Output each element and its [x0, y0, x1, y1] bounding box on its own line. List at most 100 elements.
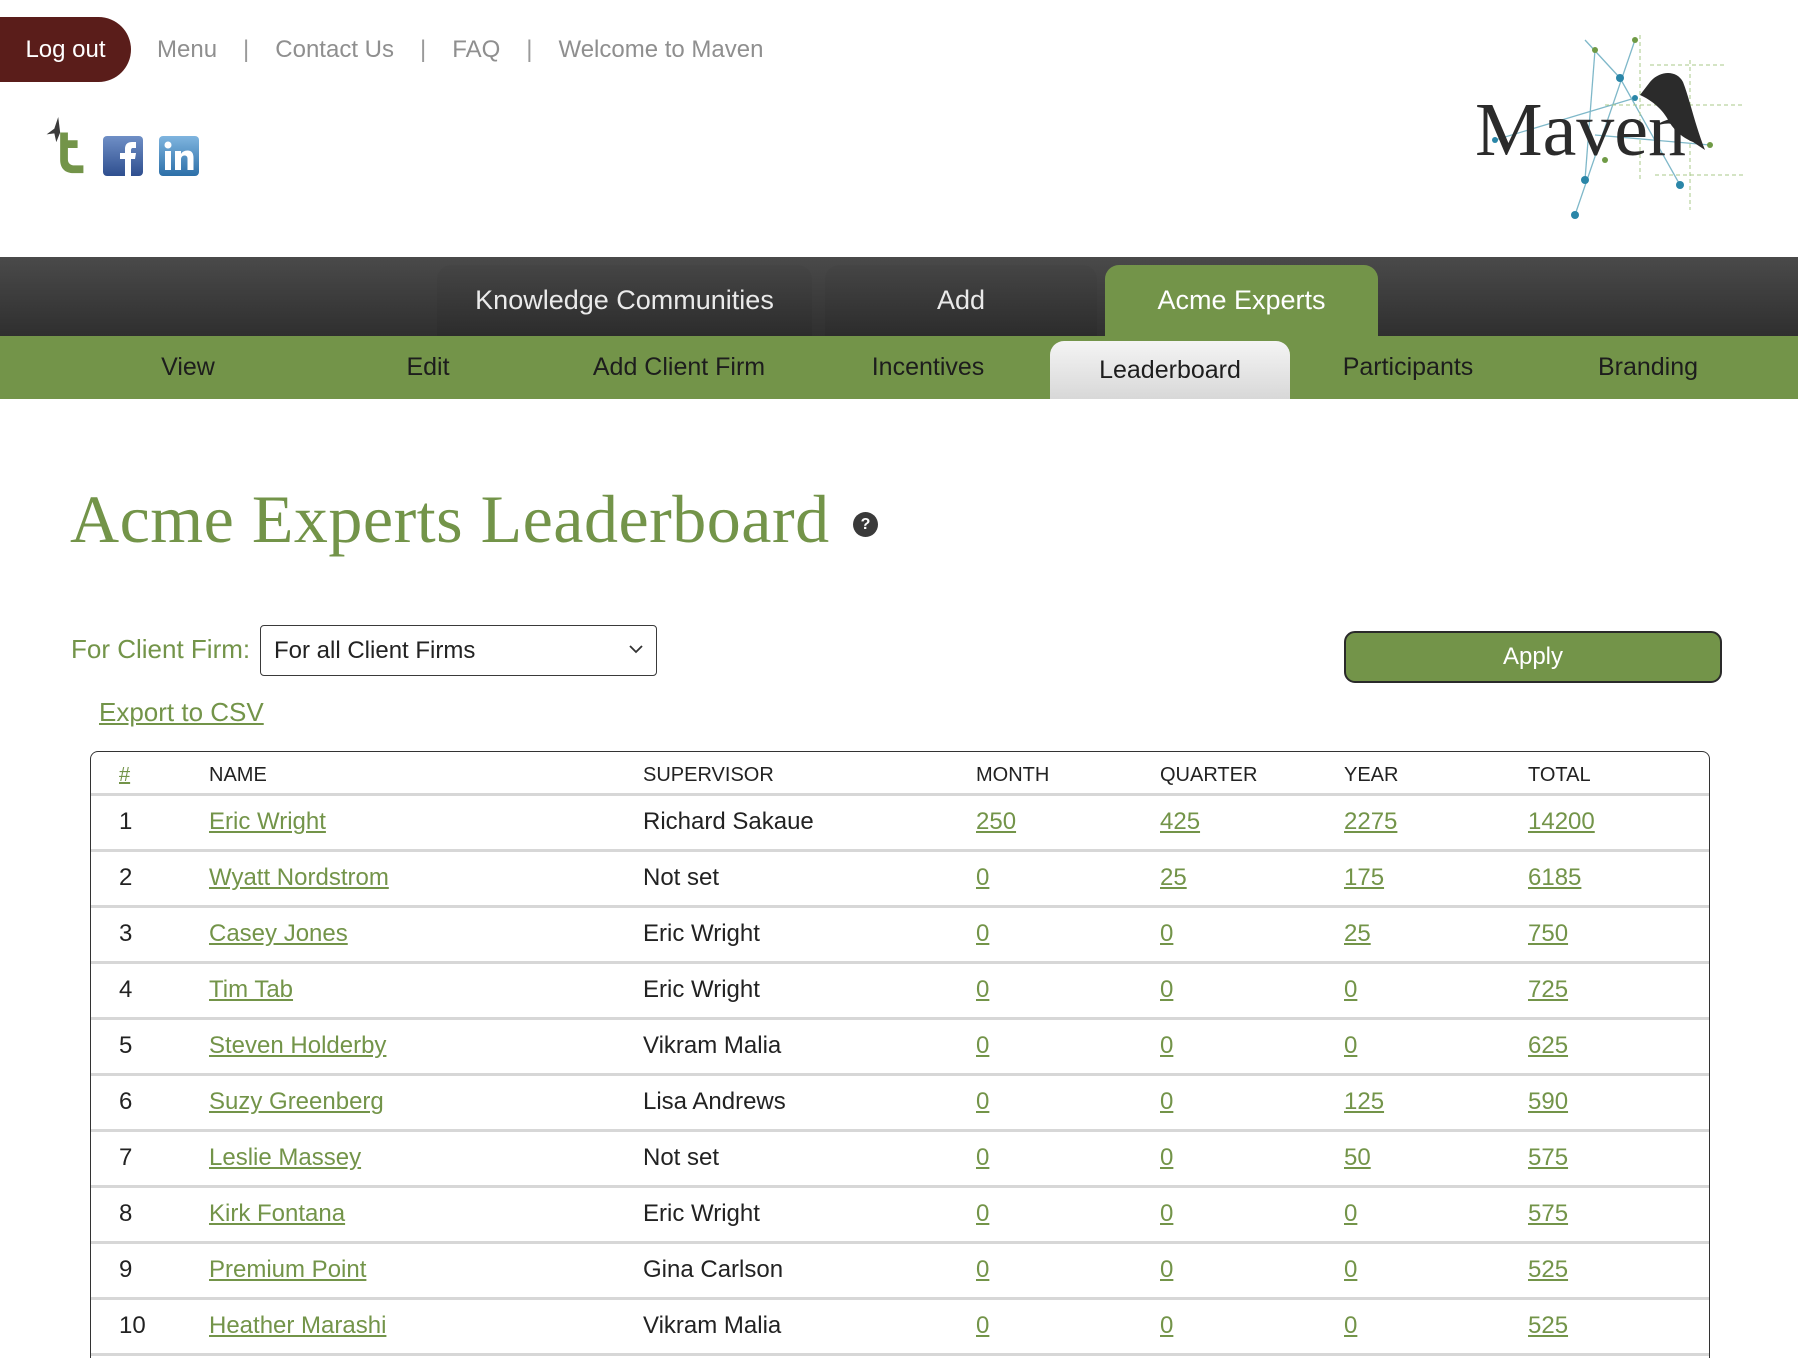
table-row: 3 Casey Jones Eric Wright 0 0 25 750: [91, 906, 1709, 964]
supervisor-link[interactable]: Gina Carlson: [643, 1256, 783, 1283]
tab-add[interactable]: Add: [825, 265, 1097, 336]
quarter-points-link[interactable]: 0: [1160, 1312, 1173, 1339]
quarter-points-link[interactable]: 0: [1160, 920, 1173, 947]
table-row: 8 Kirk Fontana Eric Wright 0 0 0 575: [91, 1186, 1709, 1244]
maven-logo[interactable]: Maven: [1455, 30, 1755, 225]
year-points-link[interactable]: 0: [1344, 976, 1357, 1003]
year-points-link[interactable]: 25: [1344, 920, 1371, 947]
table-row: 5 Steven Holderby Vikram Malia 0 0 0 625: [91, 1018, 1709, 1076]
rank-cell: 10: [91, 1298, 209, 1356]
month-points-link[interactable]: 0: [976, 864, 989, 891]
participant-name-link[interactable]: Steven Holderby: [209, 1032, 386, 1059]
supervisor-link[interactable]: Eric Wright: [643, 1200, 760, 1227]
total-points-link[interactable]: 590: [1528, 1088, 1568, 1115]
total-points-link[interactable]: 575: [1528, 1144, 1568, 1171]
table-row: 2 Wyatt Nordstrom Not set 0 25 175 6185: [91, 850, 1709, 908]
subtab-view[interactable]: View: [90, 336, 286, 399]
menu-link[interactable]: Menu: [157, 36, 217, 64]
month-points-link[interactable]: 0: [976, 1144, 989, 1171]
participant-name-link[interactable]: Casey Jones: [209, 920, 348, 947]
participant-name-link[interactable]: Suzy Greenberg: [209, 1088, 384, 1115]
month-points-link[interactable]: 0: [976, 1200, 989, 1227]
client-firm-select[interactable]: For all Client Firms: [260, 625, 657, 676]
subtab-incentives[interactable]: Incentives: [830, 336, 1026, 399]
subtab-branding[interactable]: Branding: [1550, 336, 1746, 399]
column-header-total: TOTAL: [1528, 752, 1709, 796]
year-points-link[interactable]: 0: [1344, 1256, 1357, 1283]
subtab-add-client-firm[interactable]: Add Client Firm: [570, 336, 788, 399]
subtab-leaderboard[interactable]: Leaderboard: [1050, 341, 1290, 399]
supervisor-link[interactable]: Vikram Malia: [643, 1032, 781, 1059]
help-icon[interactable]: ?: [853, 512, 878, 537]
supervisor-cell: Vikram Malia: [643, 1298, 976, 1356]
month-points-link[interactable]: 0: [976, 920, 989, 947]
quarter-points-link[interactable]: 0: [1160, 976, 1173, 1003]
quarter-points-link[interactable]: 425: [1160, 808, 1200, 835]
participant-name-link[interactable]: Kirk Fontana: [209, 1200, 345, 1227]
participant-name-link[interactable]: Leslie Massey: [209, 1144, 361, 1171]
month-points-link[interactable]: 0: [976, 976, 989, 1003]
month-points-link[interactable]: 0: [976, 1256, 989, 1283]
year-points-link[interactable]: 0: [1344, 1032, 1357, 1059]
welcome-link[interactable]: Welcome to Maven: [558, 36, 763, 64]
facebook-icon[interactable]: [102, 135, 144, 177]
apply-button[interactable]: Apply: [1344, 631, 1722, 683]
year-points-link[interactable]: 0: [1344, 1200, 1357, 1227]
twitter-icon[interactable]: [42, 115, 88, 177]
year-points-link[interactable]: 50: [1344, 1144, 1371, 1171]
total-points-link[interactable]: 525: [1528, 1256, 1568, 1283]
participant-name-link[interactable]: Premium Point: [209, 1256, 366, 1283]
participant-name-link[interactable]: Tim Tab: [209, 976, 293, 1003]
year-points-link[interactable]: 2275: [1344, 808, 1397, 835]
tab-acme-experts[interactable]: Acme Experts: [1105, 265, 1378, 336]
quarter-points-link[interactable]: 25: [1160, 864, 1187, 891]
quarter-points-link[interactable]: 0: [1160, 1200, 1173, 1227]
subtab-edit[interactable]: Edit: [330, 336, 526, 399]
month-points-link[interactable]: 0: [976, 1312, 989, 1339]
quarter-points-link[interactable]: 0: [1160, 1032, 1173, 1059]
participant-name-link[interactable]: Heather Marashi: [209, 1312, 386, 1339]
table-row: 9 Premium Point Gina Carlson 0 0 0 525: [91, 1242, 1709, 1300]
participant-name-link[interactable]: Eric Wright: [209, 808, 326, 835]
year-points-link[interactable]: 175: [1344, 864, 1384, 891]
tab-knowledge-communities[interactable]: Knowledge Communities: [437, 265, 812, 336]
supervisor-cell: Vikram Malia: [643, 1018, 976, 1076]
logout-button[interactable]: Log out: [0, 17, 131, 82]
participant-name-link[interactable]: Wyatt Nordstrom: [209, 864, 389, 891]
month-points-link[interactable]: 0: [976, 1088, 989, 1115]
total-points-link[interactable]: 750: [1528, 920, 1568, 947]
column-header-name: NAME: [209, 752, 643, 796]
year-points-link[interactable]: 0: [1344, 1312, 1357, 1339]
subtab-participants[interactable]: Participants: [1310, 336, 1506, 399]
month-points-link[interactable]: 250: [976, 808, 1016, 835]
supervisor-link[interactable]: Eric Wright: [643, 976, 760, 1003]
quarter-points-link[interactable]: 0: [1160, 1256, 1173, 1283]
supervisor-link[interactable]: Lisa Andrews: [643, 1088, 786, 1115]
supervisor-link[interactable]: Eric Wright: [643, 920, 760, 947]
faq-link[interactable]: FAQ: [452, 36, 500, 64]
linkedin-icon[interactable]: [158, 135, 200, 177]
secondary-nav: View Edit Add Client Firm Incentives Lea…: [0, 336, 1798, 399]
total-points-link[interactable]: 625: [1528, 1032, 1568, 1059]
client-firm-select-value: For all Client Firms: [274, 636, 476, 664]
supervisor-link[interactable]: Richard Sakaue: [643, 808, 814, 835]
social-links: [42, 115, 200, 177]
total-points-link[interactable]: 6185: [1528, 864, 1581, 891]
month-points-link[interactable]: 0: [976, 1032, 989, 1059]
total-points-link[interactable]: 525: [1528, 1312, 1568, 1339]
quarter-points-link[interactable]: 0: [1160, 1144, 1173, 1171]
quarter-points-link[interactable]: 0: [1160, 1088, 1173, 1115]
supervisor-cell: Eric Wright: [643, 962, 976, 1020]
leaderboard-table: # NAME SUPERVISOR MONTH QUARTER YEAR TOT…: [90, 751, 1710, 1358]
total-points-link[interactable]: 575: [1528, 1200, 1568, 1227]
total-points-link[interactable]: 725: [1528, 976, 1568, 1003]
table-row: 4 Tim Tab Eric Wright 0 0 0 725: [91, 962, 1709, 1020]
link-separator: |: [526, 36, 533, 63]
supervisor-link[interactable]: Vikram Malia: [643, 1312, 781, 1339]
contact-us-link[interactable]: Contact Us: [275, 36, 394, 64]
year-points-link[interactable]: 125: [1344, 1088, 1384, 1115]
sort-rank-link[interactable]: #: [119, 764, 130, 786]
export-csv-link[interactable]: Export to CSV: [99, 697, 264, 728]
total-points-link[interactable]: 14200: [1528, 808, 1595, 835]
top-links: Menu | Contact Us | FAQ | Welcome to Mav…: [157, 36, 763, 64]
